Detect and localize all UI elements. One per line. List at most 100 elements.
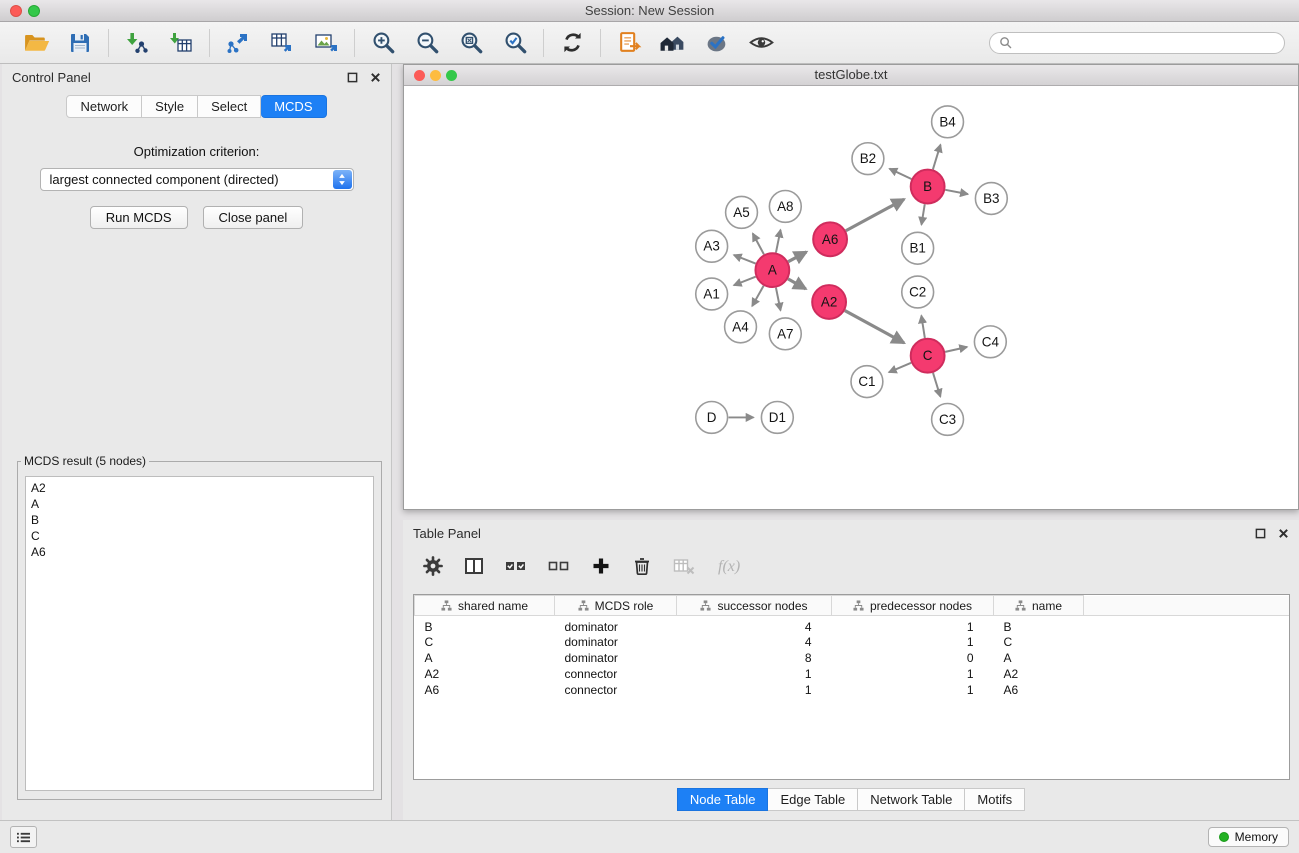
column-header-name[interactable]: name bbox=[994, 596, 1084, 616]
cell-MCDS-role[interactable]: connector bbox=[555, 682, 677, 698]
tab-motifs[interactable]: Motifs bbox=[965, 788, 1025, 811]
cell-predecessor-nodes[interactable]: 1 bbox=[832, 666, 994, 682]
edge-C-C1[interactable] bbox=[889, 363, 911, 372]
edge-C-C3[interactable] bbox=[933, 373, 940, 397]
cell-name[interactable]: A6 bbox=[994, 682, 1084, 698]
node-C[interactable]: C bbox=[911, 339, 945, 373]
edge-A-A7[interactable] bbox=[776, 288, 781, 311]
edge-B-B1[interactable] bbox=[921, 204, 924, 224]
dropdown-stepper-icon[interactable] bbox=[333, 170, 352, 189]
document-export-button[interactable] bbox=[614, 28, 644, 58]
node-A8[interactable]: A8 bbox=[769, 191, 801, 223]
delete-row-button[interactable] bbox=[632, 556, 652, 576]
node-A7[interactable]: A7 bbox=[769, 318, 801, 350]
node-B3[interactable]: B3 bbox=[975, 183, 1007, 215]
cell-successor-nodes[interactable]: 1 bbox=[677, 682, 832, 698]
float-panel-icon[interactable] bbox=[347, 72, 358, 83]
node-B4[interactable]: B4 bbox=[932, 106, 964, 138]
cell-MCDS-role[interactable]: dominator bbox=[555, 634, 677, 650]
deselect-all-button[interactable] bbox=[548, 556, 570, 576]
delete-table-button[interactable] bbox=[673, 556, 695, 576]
node-A1[interactable]: A1 bbox=[696, 278, 728, 310]
edge-B-B2[interactable] bbox=[890, 169, 912, 179]
export-network-button[interactable] bbox=[223, 28, 253, 58]
cell-successor-nodes[interactable]: 4 bbox=[677, 616, 832, 635]
search-field[interactable] bbox=[989, 32, 1285, 54]
add-row-button[interactable] bbox=[591, 556, 611, 576]
select-all-button[interactable] bbox=[505, 556, 527, 576]
cell-name[interactable]: C bbox=[994, 634, 1084, 650]
node-C1[interactable]: C1 bbox=[851, 366, 883, 398]
home-button[interactable] bbox=[658, 28, 688, 58]
edge-B-B4[interactable] bbox=[933, 145, 941, 170]
cell-successor-nodes[interactable]: 1 bbox=[677, 666, 832, 682]
zoom-selected-button[interactable] bbox=[500, 28, 530, 58]
tab-network[interactable]: Network bbox=[66, 95, 142, 118]
cell-MCDS-role[interactable]: connector bbox=[555, 666, 677, 682]
cell-shared-name[interactable]: A6 bbox=[415, 682, 555, 698]
tab-edge-table[interactable]: Edge Table bbox=[768, 788, 858, 811]
edge-B-B3[interactable] bbox=[945, 190, 968, 194]
close-panel-icon[interactable] bbox=[370, 72, 381, 83]
node-B2[interactable]: B2 bbox=[852, 143, 884, 175]
network-canvas[interactable]: B4B2BB3A5A8A6A3B1AC2A1A2A4A7C4CC1DD1C3 bbox=[404, 87, 1298, 509]
cell-shared-name[interactable]: A2 bbox=[415, 666, 555, 682]
cell-predecessor-nodes[interactable]: 1 bbox=[832, 616, 994, 635]
node-D1[interactable]: D1 bbox=[761, 402, 793, 434]
cell-MCDS-role[interactable]: dominator bbox=[555, 616, 677, 635]
edge-A-A6[interactable] bbox=[788, 252, 806, 262]
column-header-successor-nodes[interactable]: successor nodes bbox=[677, 596, 832, 616]
edge-C-C2[interactable] bbox=[921, 316, 924, 338]
table-row[interactable]: Adominator80A bbox=[415, 650, 1290, 666]
mcds-result-item[interactable]: C bbox=[31, 528, 368, 544]
cell-successor-nodes[interactable]: 4 bbox=[677, 634, 832, 650]
edge-A6-B[interactable] bbox=[846, 199, 904, 230]
edge-C-C4[interactable] bbox=[945, 347, 967, 352]
export-table-button[interactable] bbox=[267, 28, 297, 58]
tab-node-table[interactable]: Node Table bbox=[677, 788, 769, 811]
edge-A-A5[interactable] bbox=[753, 234, 764, 255]
mcds-result-item[interactable]: A6 bbox=[31, 544, 368, 560]
cell-shared-name[interactable]: A bbox=[415, 650, 555, 666]
column-header-MCDS-role[interactable]: MCDS role bbox=[555, 596, 677, 616]
edge-A-A2[interactable] bbox=[788, 279, 806, 289]
column-chooser-button[interactable] bbox=[464, 556, 484, 576]
show-panels-button[interactable] bbox=[10, 826, 37, 848]
eye-button[interactable] bbox=[746, 28, 776, 58]
mcds-result-list[interactable]: A2ABCA6 bbox=[25, 476, 374, 791]
zoom-fit-button[interactable] bbox=[456, 28, 486, 58]
node-A6[interactable]: A6 bbox=[813, 222, 847, 256]
table-row[interactable]: Bdominator41B bbox=[415, 616, 1290, 635]
node-A3[interactable]: A3 bbox=[696, 230, 728, 262]
zoom-in-button[interactable] bbox=[368, 28, 398, 58]
column-header-predecessor-nodes[interactable]: predecessor nodes bbox=[832, 596, 994, 616]
function-builder-button[interactable]: f(x) bbox=[716, 556, 748, 576]
run-mcds-button[interactable]: Run MCDS bbox=[90, 206, 188, 229]
save-session-button[interactable] bbox=[65, 28, 95, 58]
mcds-result-item[interactable]: B bbox=[31, 512, 368, 528]
tab-style[interactable]: Style bbox=[142, 95, 198, 118]
node-D[interactable]: D bbox=[696, 402, 728, 434]
open-file-button[interactable] bbox=[21, 28, 51, 58]
node-A4[interactable]: A4 bbox=[725, 311, 757, 343]
cell-name[interactable]: A2 bbox=[994, 666, 1084, 682]
cell-predecessor-nodes[interactable]: 1 bbox=[832, 634, 994, 650]
cell-shared-name[interactable]: B bbox=[415, 616, 555, 635]
cell-name[interactable]: B bbox=[994, 616, 1084, 635]
tab-network-table[interactable]: Network Table bbox=[858, 788, 965, 811]
edge-A-A4[interactable] bbox=[752, 286, 763, 306]
table-row[interactable]: Cdominator41C bbox=[415, 634, 1290, 650]
edge-A-A8[interactable] bbox=[776, 230, 781, 253]
memory-button[interactable]: Memory bbox=[1208, 827, 1289, 847]
node-B1[interactable]: B1 bbox=[902, 232, 934, 264]
optimization-criterion-dropdown[interactable]: largest connected component (directed) bbox=[40, 168, 354, 191]
cell-name[interactable]: A bbox=[994, 650, 1084, 666]
cell-successor-nodes[interactable]: 8 bbox=[677, 650, 832, 666]
node-C4[interactable]: C4 bbox=[974, 326, 1006, 358]
validate-button[interactable] bbox=[702, 28, 732, 58]
mcds-result-item[interactable]: A bbox=[31, 496, 368, 512]
edge-A-A1[interactable] bbox=[734, 277, 756, 286]
node-C2[interactable]: C2 bbox=[902, 276, 934, 308]
network-graph[interactable]: B4B2BB3A5A8A6A3B1AC2A1A2A4A7C4CC1DD1C3 bbox=[404, 87, 1298, 509]
settings-gear-button[interactable] bbox=[423, 556, 443, 576]
